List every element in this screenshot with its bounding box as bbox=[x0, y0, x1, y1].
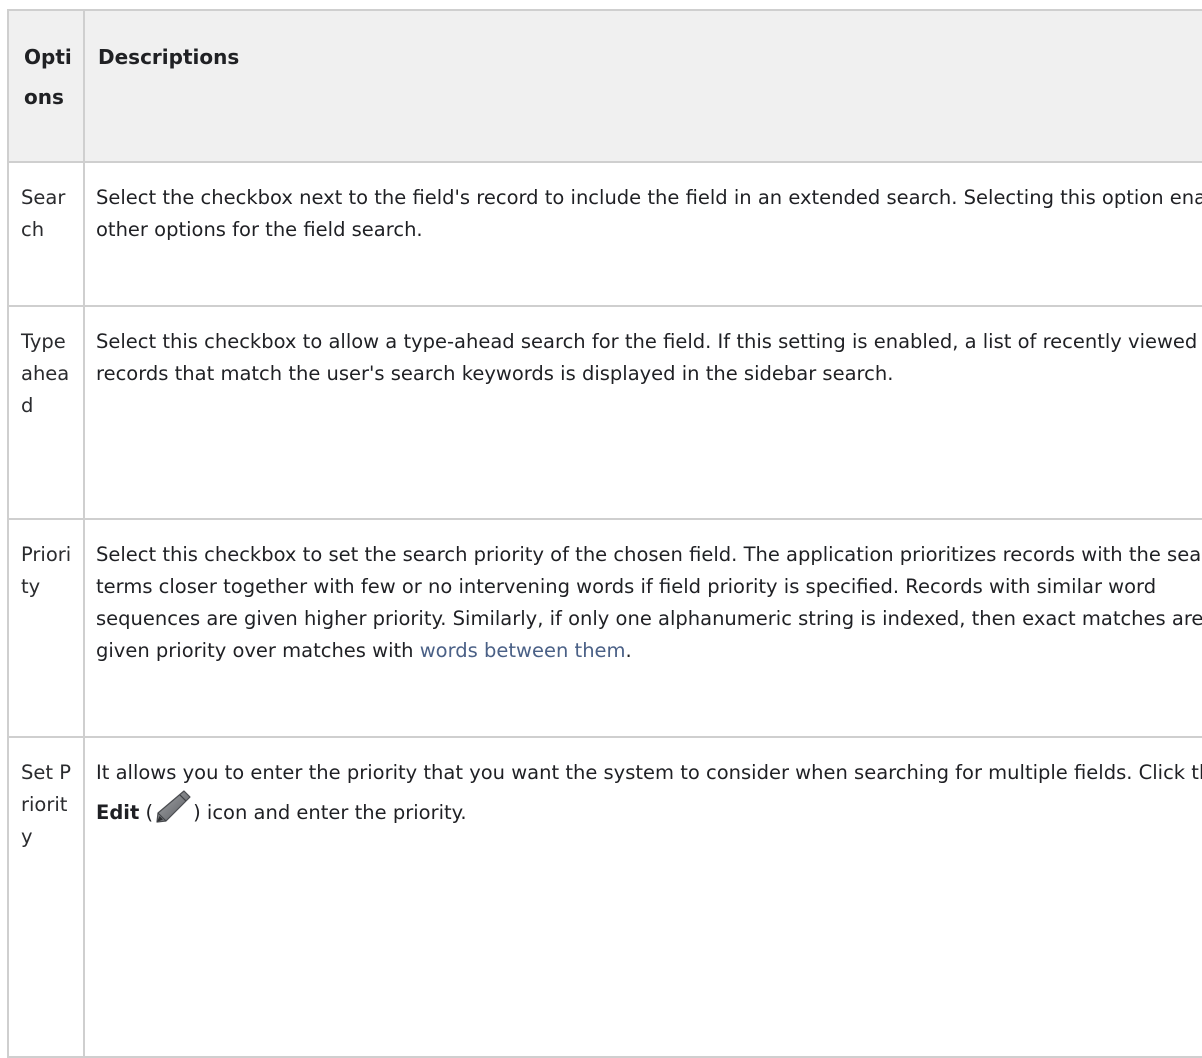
table-header-row: Options Descriptions bbox=[7, 9, 1202, 163]
option-name: Search bbox=[7, 161, 85, 307]
description-text: It allows you to enter the priority that… bbox=[96, 761, 1202, 784]
option-description: Select the checkbox next to the field's … bbox=[83, 161, 1202, 307]
words-between-them-link[interactable]: words between them bbox=[420, 639, 626, 662]
edit-label: Edit bbox=[96, 801, 140, 824]
pencil-icon bbox=[154, 789, 192, 823]
table-row: Set Priority It allows you to enter the … bbox=[7, 736, 1202, 1058]
description-text: Select this checkbox to set the search p… bbox=[96, 543, 1202, 662]
description-text-end: ) icon and enter the priority. bbox=[193, 801, 467, 824]
description-text-end: . bbox=[625, 639, 632, 662]
option-description: Select this checkbox to set the search p… bbox=[83, 518, 1202, 738]
option-name: Set Priority bbox=[7, 736, 85, 1058]
table-row: Search Select the checkbox next to the f… bbox=[7, 161, 1202, 307]
option-name: Typeahead bbox=[7, 305, 85, 520]
paren-open: ( bbox=[139, 801, 154, 824]
option-description: It allows you to enter the priority that… bbox=[83, 736, 1202, 1058]
options-table: Options Descriptions Search Select the c… bbox=[7, 9, 1202, 1058]
option-name: Priority bbox=[7, 518, 85, 738]
option-description: Select this checkbox to allow a type-ahe… bbox=[83, 305, 1202, 520]
descriptions-column-header: Descriptions bbox=[83, 9, 1202, 163]
table-row: Typeahead Select this checkbox to allow … bbox=[7, 305, 1202, 520]
table-row: Priority Select this checkbox to set the… bbox=[7, 518, 1202, 738]
options-column-header: Options bbox=[7, 9, 85, 163]
